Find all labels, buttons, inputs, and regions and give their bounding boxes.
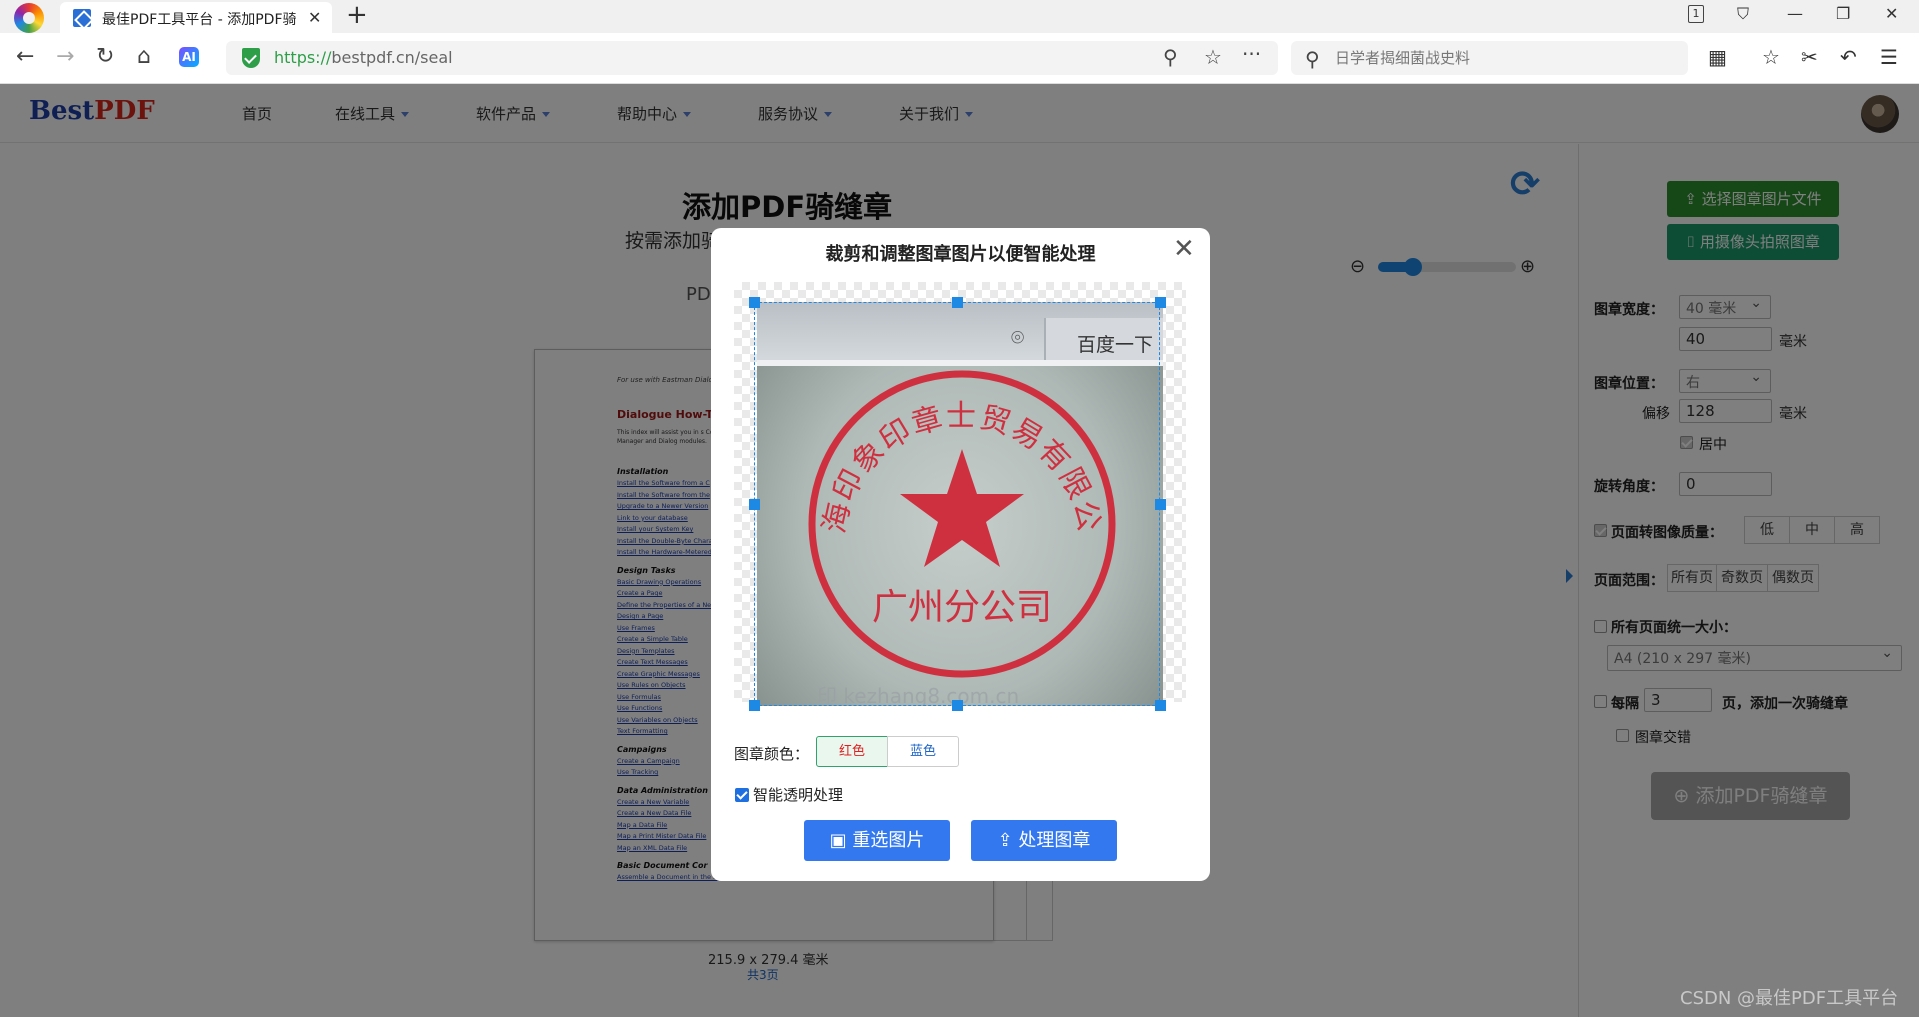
crop-handle-n[interactable] (952, 297, 963, 308)
more-icon[interactable]: ··· (1242, 42, 1261, 66)
browser-logo-icon[interactable] (14, 3, 44, 33)
forward-icon[interactable]: → (56, 45, 74, 69)
crop-handle-ne[interactable] (1155, 297, 1166, 308)
bookmark-star-icon[interactable]: ☆ (1204, 45, 1222, 69)
dialog-title: 裁剪和调整图章图片以便智能处理 (825, 244, 1096, 265)
window-close-icon[interactable]: ✕ (1885, 4, 1898, 23)
tab-title: 最佳PDF工具平台 - 添加PDF骑 (102, 12, 297, 28)
search-box[interactable]: ⚲ (1291, 41, 1688, 75)
url-text[interactable]: https://bestpdf.cn/seal (274, 48, 453, 67)
smart-transparency-checkbox[interactable] (735, 788, 749, 802)
apps-grid-icon[interactable]: ▦ (1708, 45, 1727, 69)
site-favicon-icon (73, 9, 91, 27)
browser-toolbar: ← → ↻ ⌂ AI https://bestpdf.cn/seal ⚲ ☆ ·… (0, 33, 1919, 84)
tab-close-icon[interactable]: ✕ (308, 8, 321, 27)
ai-assistant-icon[interactable]: AI (179, 47, 199, 67)
close-icon[interactable]: ✕ (1173, 234, 1195, 264)
crop-area[interactable]: 百度一下 ⌾ 上海印象印章士贸易有限公司 广州分公司 印 kezhang8.co… (734, 282, 1186, 711)
crop-handle-e[interactable] (1155, 499, 1166, 510)
back-icon[interactable]: ← (16, 45, 34, 69)
crop-handle-nw[interactable] (749, 297, 760, 308)
scissors-icon[interactable]: ✂ (1801, 45, 1818, 69)
home-icon[interactable]: ⌂ (137, 45, 151, 69)
undo-icon[interactable]: ↶ (1840, 45, 1857, 69)
csdn-watermark: CSDN @最佳PDF工具平台 (1680, 988, 1899, 1009)
smart-transparency-label: 智能透明处理 (753, 786, 844, 804)
crop-handle-s[interactable] (952, 700, 963, 711)
minimize-icon[interactable]: — (1787, 4, 1803, 23)
zoom-icon[interactable]: ⚲ (1163, 45, 1178, 69)
favorites-icon[interactable]: ☆ (1762, 45, 1780, 69)
process-seal-button[interactable]: ⇪ 处理图章 (971, 820, 1117, 861)
reselect-image-button[interactable]: ▣ 重选图片 (804, 820, 950, 861)
shirt-icon[interactable]: ⛉ (1737, 4, 1749, 24)
restore-icon[interactable]: ❐ (1836, 4, 1850, 23)
search-icon: ⚲ (1305, 47, 1320, 71)
browser-tab[interactable]: 最佳PDF工具平台 - 添加PDF骑 ✕ (60, 2, 332, 33)
crop-handle-sw[interactable] (749, 700, 760, 711)
address-bar[interactable]: https://bestpdf.cn/seal ⚲ ☆ ··· (226, 41, 1278, 75)
crop-handle-w[interactable] (749, 499, 760, 510)
browser-tab-bar: 最佳PDF工具平台 - 添加PDF骑 ✕ + 1 ⛉ — ❐ ✕ (0, 0, 1919, 33)
seal-color-label: 图章颜色： (734, 745, 810, 763)
crop-seal-dialog: 裁剪和调整图章图片以便智能处理 ✕ 百度一下 ⌾ 上海印象印章士贸易有限公司 广… (711, 228, 1210, 881)
color-red-button[interactable]: 红色 (816, 736, 888, 767)
crop-frame[interactable] (754, 302, 1160, 706)
search-input[interactable] (1333, 45, 1673, 71)
color-blue-button[interactable]: 蓝色 (887, 736, 959, 767)
reload-icon[interactable]: ↻ (96, 45, 114, 69)
tab-count-icon[interactable]: 1 (1688, 5, 1704, 23)
secure-shield-icon (242, 48, 260, 68)
new-tab-icon[interactable]: + (346, 2, 368, 28)
menu-icon[interactable]: ☰ (1880, 45, 1898, 69)
crop-handle-se[interactable] (1155, 700, 1166, 711)
